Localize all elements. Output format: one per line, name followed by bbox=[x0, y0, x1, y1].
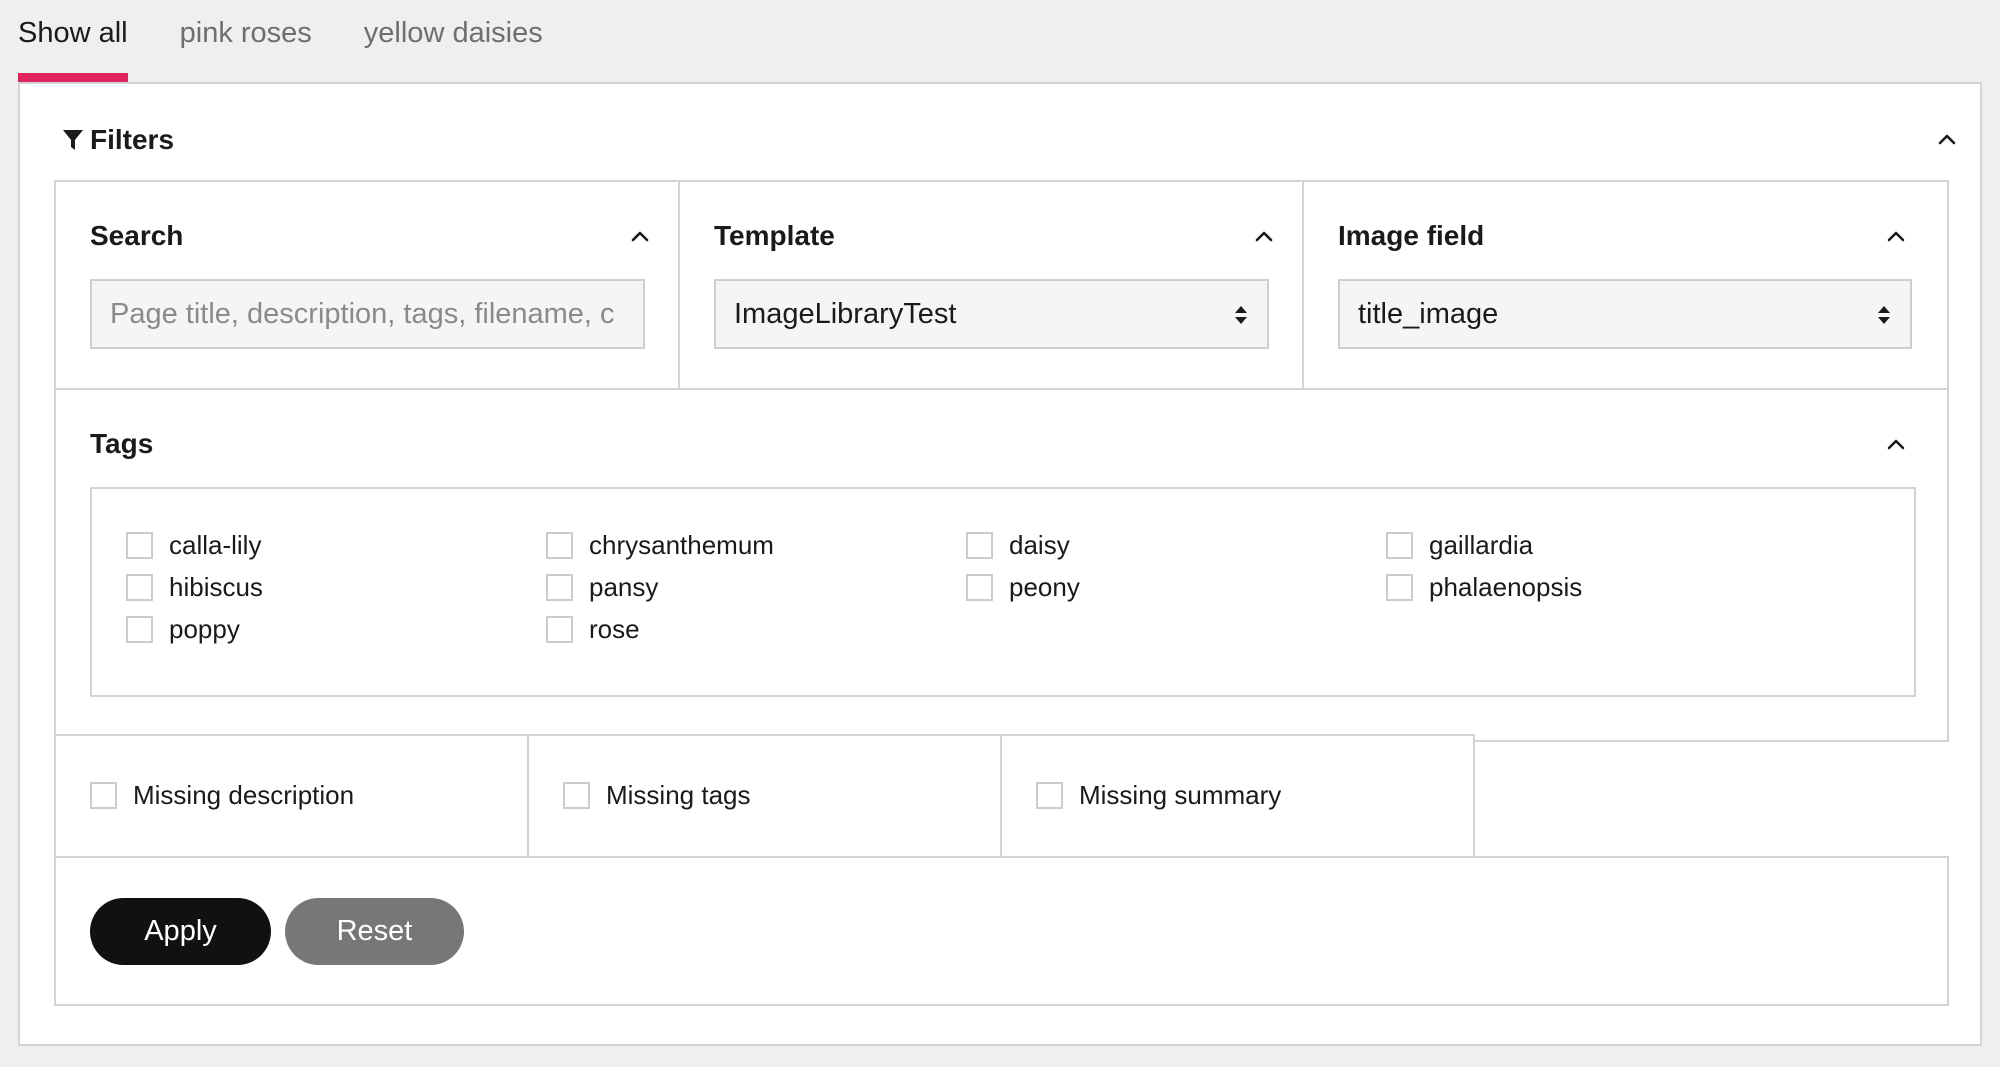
missing-summary-option[interactable]: Missing summary bbox=[1036, 780, 1281, 811]
missing-tags-label: Missing tags bbox=[606, 780, 751, 810]
checkbox[interactable] bbox=[126, 616, 153, 643]
template-title: Template bbox=[714, 220, 835, 251]
filters-header[interactable]: Filters bbox=[62, 124, 174, 156]
checkbox[interactable] bbox=[1386, 574, 1413, 601]
tag-phalaenopsis[interactable]: phalaenopsis bbox=[1386, 572, 1582, 603]
template-collapse-chevron-up-icon[interactable] bbox=[1252, 225, 1276, 249]
missing-description-section: Missing description bbox=[54, 734, 529, 858]
apply-button[interactable]: Apply bbox=[90, 898, 271, 965]
checkbox[interactable] bbox=[1036, 782, 1063, 809]
tag-label: chrysanthemum bbox=[589, 530, 774, 560]
missing-summary-label: Missing summary bbox=[1079, 780, 1282, 810]
search-input[interactable] bbox=[90, 279, 645, 349]
checkbox[interactable] bbox=[126, 574, 153, 601]
tag-label: calla-lily bbox=[169, 530, 262, 560]
filters-title: Filters bbox=[90, 124, 175, 155]
search-title: Search bbox=[90, 220, 184, 251]
tag-label: pansy bbox=[589, 572, 659, 602]
tag-peony[interactable]: peony bbox=[966, 572, 1080, 603]
checkbox[interactable] bbox=[1386, 532, 1413, 559]
tag-poppy[interactable]: poppy bbox=[126, 614, 240, 645]
checkbox[interactable] bbox=[966, 574, 993, 601]
checkbox[interactable] bbox=[563, 782, 590, 809]
tab-bar: Show all pink roses yellow daisies bbox=[18, 0, 595, 82]
missing-summary-section: Missing summary bbox=[1000, 734, 1475, 858]
missing-tags-section: Missing tags bbox=[527, 734, 1002, 858]
search-collapse-chevron-up-icon[interactable] bbox=[628, 225, 652, 249]
template-select[interactable]: ImageLibraryTest bbox=[714, 279, 1269, 349]
missing-description-option[interactable]: Missing description bbox=[90, 780, 354, 811]
tags-section: Tags calla-lily chrysanthemum daisy gail… bbox=[54, 388, 1949, 742]
tag-hibiscus[interactable]: hibiscus bbox=[126, 572, 263, 603]
checkbox[interactable] bbox=[126, 532, 153, 559]
image-field-section: Image field title_image bbox=[1302, 180, 1949, 390]
filters-panel: Filters Search Template ImageLibraryTest… bbox=[18, 82, 1982, 1046]
checkbox[interactable] bbox=[966, 532, 993, 559]
tag-calla-lily[interactable]: calla-lily bbox=[126, 530, 261, 561]
filter-icon bbox=[63, 130, 83, 150]
tag-gaillardia[interactable]: gaillardia bbox=[1386, 530, 1533, 561]
image-field-title: Image field bbox=[1338, 220, 1485, 251]
checkbox[interactable] bbox=[90, 782, 117, 809]
tags-list: calla-lily chrysanthemum daisy gaillardi… bbox=[90, 487, 1916, 697]
template-section: Template ImageLibraryTest bbox=[678, 180, 1304, 390]
checkbox[interactable] bbox=[546, 616, 573, 643]
select-arrows-icon bbox=[1878, 306, 1890, 324]
tag-chrysanthemum[interactable]: chrysanthemum bbox=[546, 530, 774, 561]
tag-rose[interactable]: rose bbox=[546, 614, 640, 645]
filters-collapse-chevron-up-icon[interactable] bbox=[1935, 128, 1959, 152]
select-arrows-icon bbox=[1235, 306, 1247, 324]
search-section: Search bbox=[54, 180, 680, 390]
missing-description-label: Missing description bbox=[133, 780, 355, 810]
tag-label: hibiscus bbox=[169, 572, 263, 602]
image-field-select[interactable]: title_image bbox=[1338, 279, 1912, 349]
tag-label: poppy bbox=[169, 614, 240, 644]
tags-collapse-chevron-up-icon[interactable] bbox=[1884, 433, 1908, 457]
missing-tags-option[interactable]: Missing tags bbox=[563, 780, 751, 811]
tags-title: Tags bbox=[90, 428, 154, 459]
tag-label: daisy bbox=[1009, 530, 1070, 560]
checkbox[interactable] bbox=[546, 574, 573, 601]
tag-label: gaillardia bbox=[1429, 530, 1534, 560]
tab-pink-roses[interactable]: pink roses bbox=[180, 0, 312, 82]
tab-show-all[interactable]: Show all bbox=[18, 0, 128, 82]
reset-button[interactable]: Reset bbox=[285, 898, 464, 965]
image-field-collapse-chevron-up-icon[interactable] bbox=[1884, 225, 1908, 249]
tag-label: rose bbox=[589, 614, 640, 644]
checkbox[interactable] bbox=[546, 532, 573, 559]
template-select-value: ImageLibraryTest bbox=[734, 297, 957, 330]
tag-daisy[interactable]: daisy bbox=[966, 530, 1070, 561]
actions-section: Apply Reset bbox=[54, 856, 1949, 1006]
image-field-select-value: title_image bbox=[1358, 297, 1499, 330]
tag-pansy[interactable]: pansy bbox=[546, 572, 658, 603]
tag-label: peony bbox=[1009, 572, 1080, 602]
tab-yellow-daisies[interactable]: yellow daisies bbox=[364, 0, 543, 82]
tag-label: phalaenopsis bbox=[1429, 572, 1583, 602]
